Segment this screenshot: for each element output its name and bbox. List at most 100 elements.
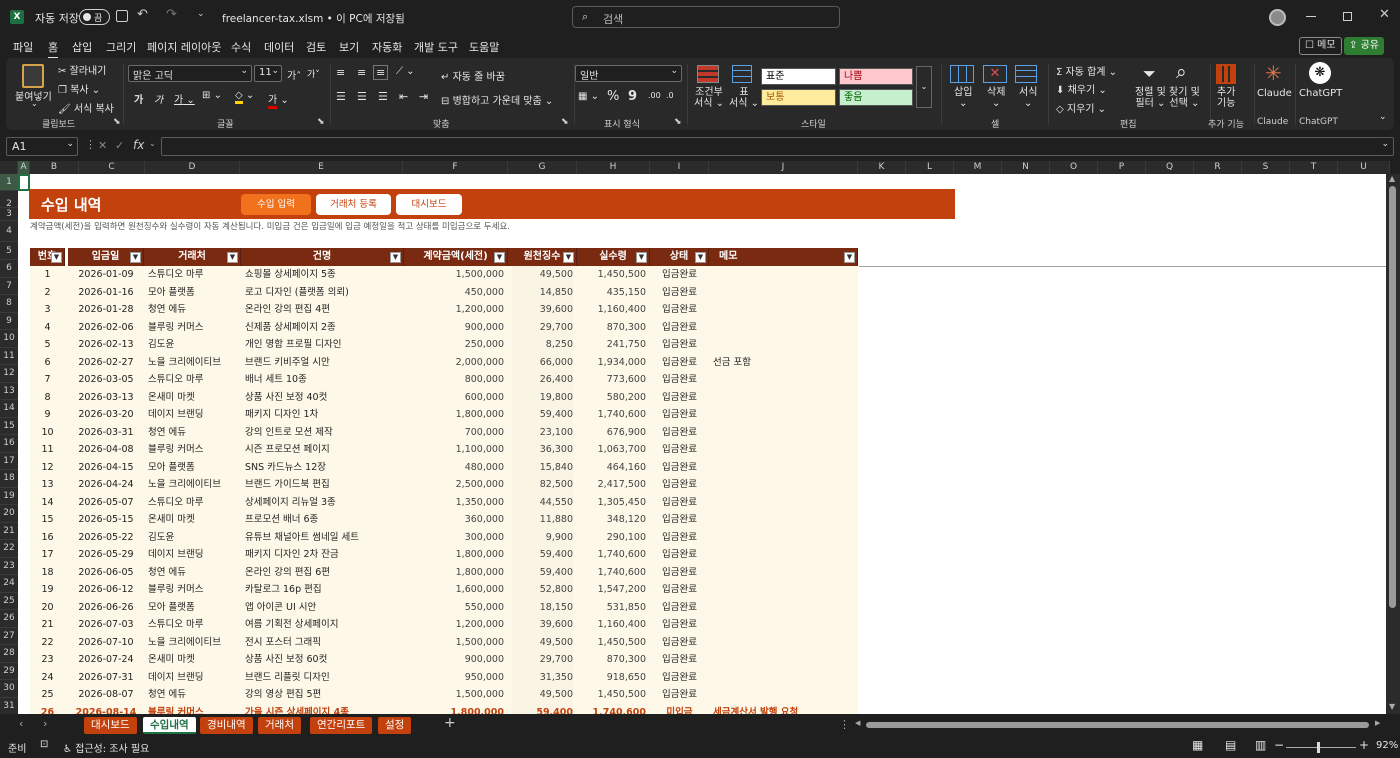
table-cell-입금일[interactable]: 2026-07-10: [72, 634, 140, 652]
table-cell-실수령[interactable]: 435,150: [581, 284, 646, 302]
table-cell-입금일[interactable]: 2026-01-16: [72, 284, 140, 302]
align-bottom-icon[interactable]: ≡: [373, 65, 389, 80]
table-cell-거래처[interactable]: 청연 에듀: [148, 301, 237, 319]
table-cell-건명[interactable]: 온라인 강의 편집 4편: [245, 301, 400, 319]
table-cell-메모[interactable]: [713, 424, 854, 442]
row-header-2[interactable]: 2: [0, 191, 18, 209]
table-cell-건명[interactable]: 강의 인트로 모션 제작: [245, 424, 400, 442]
row-header-24[interactable]: 24: [0, 575, 18, 593]
table-cell-실수령[interactable]: 1,547,200: [581, 581, 646, 599]
table-cell-실수령[interactable]: 241,750: [581, 336, 646, 354]
table-cell-계약금액(세전)[interactable]: 450,000: [408, 284, 504, 302]
hscroll-right-icon[interactable]: ▶: [1375, 719, 1380, 727]
row-header-13[interactable]: 13: [0, 383, 18, 400]
row-header-29[interactable]: 29: [0, 663, 18, 680]
table-cell-건명[interactable]: 온라인 강의 편집 6편: [245, 564, 400, 582]
align-left-icon[interactable]: ☰: [336, 90, 346, 103]
table-cell-메모[interactable]: [713, 266, 854, 284]
menu-automate[interactable]: 자동화: [372, 39, 402, 55]
filter-dropdown-icon[interactable]: ▼: [695, 252, 706, 263]
table-cell-상태[interactable]: 입금완료: [654, 564, 705, 582]
table-cell-상태[interactable]: 입금완료: [654, 459, 705, 477]
filter-dropdown-icon[interactable]: ▼: [636, 252, 647, 263]
table-cell-실수령[interactable]: 676,900: [581, 424, 646, 442]
table-cell-번호[interactable]: 7: [34, 371, 61, 389]
row-header-14[interactable]: 14: [0, 400, 18, 418]
table-cell-건명[interactable]: 개인 명함 프로필 디자인: [245, 336, 400, 354]
chatgpt-icon[interactable]: ❋: [1309, 62, 1331, 84]
table-cell-상태[interactable]: 입금완료: [654, 669, 705, 687]
accessibility-status[interactable]: ♿ 접근성: 조사 필요: [63, 740, 149, 755]
table-cell-입금일[interactable]: 2026-08-14: [72, 704, 140, 715]
table-cell-거래처[interactable]: 블루링 커머스: [148, 441, 237, 459]
font-color-button[interactable]: 가 ⌄: [268, 91, 289, 109]
table-cell-거래처[interactable]: 데이지 브랜딩: [148, 669, 237, 687]
addins-icon[interactable]: [1216, 64, 1236, 84]
align-right-icon[interactable]: ☰: [378, 90, 388, 103]
table-cell-번호[interactable]: 18: [34, 564, 61, 582]
table-cell-입금일[interactable]: 2026-01-28: [72, 301, 140, 319]
expand-formula-icon[interactable]: ⌄: [1381, 139, 1389, 149]
number-format-select[interactable]: 일반 ⌄: [575, 65, 682, 82]
table-cell-실수령[interactable]: 870,300: [581, 651, 646, 669]
hscroll-left-icon[interactable]: ◀: [855, 719, 860, 727]
zoom-slider[interactable]: [1286, 742, 1356, 753]
filter-dropdown-icon[interactable]: ▼: [563, 252, 574, 263]
row-header-1[interactable]: 1: [0, 174, 18, 191]
table-cell-계약금액(세전)[interactable]: 700,000: [408, 424, 504, 442]
table-cell-원천징수[interactable]: 15,840: [512, 459, 573, 477]
table-cell-원천징수[interactable]: 8,250: [512, 336, 573, 354]
table-cell-계약금액(세전)[interactable]: 1,600,000: [408, 581, 504, 599]
menu-formulas[interactable]: 수식: [231, 39, 251, 55]
table-cell-상태[interactable]: 입금완료: [654, 634, 705, 652]
fill-button[interactable]: ⬇ 채우기 ⌄: [1056, 81, 1107, 96]
table-cell-거래처[interactable]: 스튜디오 마루: [148, 266, 237, 284]
find-select-button[interactable]: 찾기 및 선택 ⌄: [1169, 87, 1200, 109]
table-cell-거래처[interactable]: 온새미 마켓: [148, 389, 237, 407]
font-name-select[interactable]: 맑은 고딕 ⌄: [128, 65, 252, 82]
menu-home[interactable]: 홈: [48, 39, 59, 59]
copy-button[interactable]: ❐ 복사 ⌄: [58, 81, 100, 96]
tab-next-icon[interactable]: ›: [43, 717, 47, 730]
table-cell-메모[interactable]: [713, 459, 854, 477]
zoom-slider-thumb[interactable]: [1317, 742, 1320, 753]
table-cell-계약금액(세전)[interactable]: 1,500,000: [408, 686, 504, 704]
table-cell-원천징수[interactable]: 39,600: [512, 616, 573, 634]
table-cell-계약금액(세전)[interactable]: 1,500,000: [408, 634, 504, 652]
column-header-L[interactable]: L: [906, 161, 954, 174]
menu-review[interactable]: 검토: [306, 39, 326, 55]
sort-filter-button[interactable]: 정렬 및 필터 ⌄: [1135, 87, 1166, 109]
horizontal-scroll-thumb[interactable]: [866, 722, 1369, 728]
insert-function-icon[interactable]: fx: [133, 138, 144, 152]
table-cell-번호[interactable]: 6: [34, 354, 61, 372]
table-cell-번호[interactable]: 11: [34, 441, 61, 459]
table-cell-번호[interactable]: 20: [34, 599, 61, 617]
table-cell-메모[interactable]: [713, 319, 854, 337]
ribbon-collapse-icon[interactable]: ⌄: [1379, 112, 1387, 122]
table-cell-계약금액(세전)[interactable]: 2,000,000: [408, 354, 504, 372]
autosave-toggle[interactable]: 끔: [79, 9, 110, 25]
grow-font-button[interactable]: 가˄: [287, 67, 301, 82]
table-cell-실수령[interactable]: 1,160,400: [581, 301, 646, 319]
filter-dropdown-icon[interactable]: ▼: [130, 252, 141, 263]
table-cell-거래처[interactable]: 스튜디오 마루: [148, 494, 237, 512]
table-cell-계약금액(세전)[interactable]: 1,500,000: [408, 266, 504, 284]
undo-icon[interactable]: ↶: [137, 7, 148, 22]
decrease-indent-icon[interactable]: ⇤: [399, 90, 408, 103]
table-cell-원천징수[interactable]: 14,850: [512, 284, 573, 302]
align-center-icon[interactable]: ☰: [357, 90, 367, 103]
table-cell-입금일[interactable]: 2026-05-07: [72, 494, 140, 512]
table-cell-번호[interactable]: 16: [34, 529, 61, 547]
column-header-I[interactable]: I: [650, 161, 709, 174]
format-cells-button[interactable]: 서식 ⌄: [1019, 87, 1037, 109]
table-cell-번호[interactable]: 15: [34, 511, 61, 529]
table-cell-원천징수[interactable]: 18,150: [512, 599, 573, 617]
table-cell-계약금액(세전)[interactable]: 900,000: [408, 319, 504, 337]
table-cell-원천징수[interactable]: 49,500: [512, 686, 573, 704]
column-header-S[interactable]: S: [1242, 161, 1290, 174]
table-cell-계약금액(세전)[interactable]: 1,800,000: [408, 406, 504, 424]
save-icon[interactable]: [116, 10, 128, 22]
table-cell-번호[interactable]: 25: [34, 686, 61, 704]
merge-center-button[interactable]: ⊟ 병합하고 가운데 맞춤 ⌄: [441, 92, 553, 107]
find-select-icon[interactable]: ⌕: [1176, 61, 1187, 83]
